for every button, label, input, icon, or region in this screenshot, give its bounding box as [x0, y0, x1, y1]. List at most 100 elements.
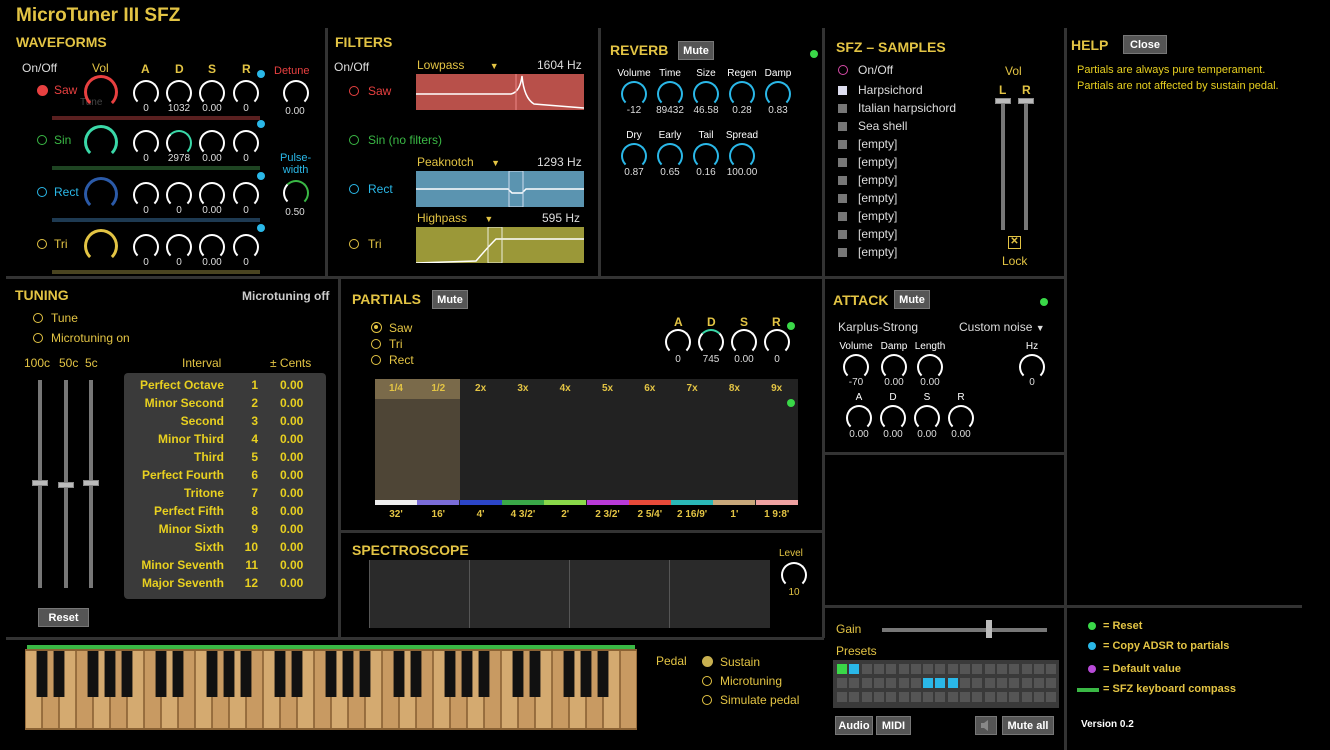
preset-slot[interactable]: [1033, 692, 1044, 702]
sample-name[interactable]: Sea shell: [858, 119, 907, 133]
peaknotch-select[interactable]: Peaknotch ▼: [417, 155, 500, 169]
microtuning-on-radio[interactable]: [33, 333, 43, 343]
preset-slot[interactable]: [996, 692, 1007, 702]
sample-checkbox[interactable]: [838, 212, 847, 221]
tune-radio[interactable]: [33, 313, 43, 323]
sfz-l-fader[interactable]: [1001, 98, 1005, 230]
piano-black-key[interactable]: [121, 651, 133, 697]
preset-slot[interactable]: [1009, 678, 1020, 688]
piano-black-key[interactable]: [240, 651, 252, 697]
reverb-volume-knob[interactable]: [621, 81, 647, 107]
midi-button[interactable]: MIDI: [876, 716, 911, 735]
tuning-100c-handle[interactable]: [32, 480, 48, 486]
reverb-damp-knob[interactable]: [765, 81, 791, 107]
sfz-l-handle[interactable]: [995, 98, 1011, 104]
preset-slot[interactable]: [910, 664, 921, 674]
sample-checkbox[interactable]: [838, 140, 847, 149]
wave-rect-vol-knob[interactable]: [84, 177, 118, 211]
preset-slot[interactable]: [886, 664, 897, 674]
filter-sin-radio[interactable]: [349, 135, 359, 145]
preset-slot[interactable]: [837, 678, 847, 688]
preset-slot[interactable]: [923, 678, 934, 688]
preset-slot[interactable]: [837, 692, 847, 702]
preset-slot[interactable]: [960, 678, 970, 688]
attack-adsr-d-knob[interactable]: [880, 405, 906, 431]
mute-all-button[interactable]: Mute all: [1002, 716, 1054, 735]
preset-slot[interactable]: [947, 678, 958, 688]
custom-noise-select[interactable]: Custom noise ▼: [959, 320, 1045, 334]
peaknotch-graph[interactable]: [416, 171, 584, 207]
preset-slot[interactable]: [898, 678, 909, 688]
tuning-5c-handle[interactable]: [83, 480, 99, 486]
preset-slot[interactable]: [972, 692, 983, 702]
interval-cents[interactable]: 0.00: [280, 522, 303, 536]
wave-saw-vol-knob[interactable]: [84, 75, 118, 109]
sample-name[interactable]: [empty]: [858, 245, 897, 259]
piano-black-key[interactable]: [512, 651, 524, 697]
partials-s-knob[interactable]: [731, 329, 757, 355]
partials-rect-radio[interactable]: [371, 355, 381, 365]
reverb-early-knob[interactable]: [657, 143, 683, 169]
piano-black-key[interactable]: [563, 651, 575, 697]
piano-black-key[interactable]: [461, 651, 473, 697]
preset-slot[interactable]: [960, 692, 970, 702]
sample-checkbox[interactable]: [838, 104, 847, 113]
piano-black-key[interactable]: [444, 651, 456, 697]
audio-button[interactable]: Audio: [835, 716, 873, 735]
saw-on-indicator[interactable]: [37, 85, 48, 96]
interval-cents[interactable]: 0.00: [280, 414, 303, 428]
interval-cents[interactable]: 0.00: [280, 540, 303, 554]
partials-tri-radio[interactable]: [371, 339, 381, 349]
sample-name[interactable]: Italian harpsichord: [858, 101, 956, 115]
preset-slot[interactable]: [861, 664, 872, 674]
preset-slot[interactable]: [849, 678, 860, 688]
lowpass-graph[interactable]: [416, 74, 584, 110]
tuning-50c-handle[interactable]: [58, 482, 74, 488]
wave-sin-vol-knob[interactable]: [84, 125, 118, 159]
wave-rect-radio[interactable]: [37, 187, 47, 197]
interval-cents[interactable]: 0.00: [280, 486, 303, 500]
highpass-graph[interactable]: [416, 227, 584, 263]
wave-tri-vol-knob[interactable]: [84, 229, 118, 263]
preset-slot[interactable]: [1021, 692, 1032, 702]
preset-slot[interactable]: [1046, 664, 1057, 674]
sample-name[interactable]: [empty]: [858, 209, 897, 223]
gain-handle[interactable]: [986, 620, 992, 638]
lowpass-select[interactable]: Lowpass ▼: [417, 58, 499, 72]
interval-cents[interactable]: 0.00: [280, 504, 303, 518]
preset-slot[interactable]: [1033, 678, 1044, 688]
piano-black-key[interactable]: [53, 651, 65, 697]
preset-slot[interactable]: [960, 664, 970, 674]
piano-black-key[interactable]: [206, 651, 218, 697]
preset-slot[interactable]: [910, 692, 921, 702]
sample-checkbox[interactable]: [838, 158, 847, 167]
sample-checkbox[interactable]: [838, 248, 847, 257]
preset-slot[interactable]: [886, 678, 897, 688]
attack-mute-button[interactable]: Mute: [894, 290, 930, 309]
reverb-mute-button[interactable]: Mute: [678, 41, 714, 60]
sample-checkbox[interactable]: [838, 122, 847, 131]
preset-slot[interactable]: [923, 692, 934, 702]
level-knob[interactable]: [781, 562, 807, 588]
partials-a-knob[interactable]: [665, 329, 691, 355]
partials-r-knob[interactable]: [764, 329, 790, 355]
sample-name[interactable]: [empty]: [858, 191, 897, 205]
preset-slot[interactable]: [1009, 664, 1020, 674]
filter-saw-radio[interactable]: [349, 86, 359, 96]
preset-slot[interactable]: [1046, 678, 1057, 688]
preset-slot[interactable]: [873, 664, 884, 674]
piano-black-key[interactable]: [104, 651, 116, 697]
partials-mute-button[interactable]: Mute: [432, 290, 468, 309]
preset-slot[interactable]: [1021, 664, 1032, 674]
filter-rect-radio[interactable]: [349, 184, 359, 194]
piano-black-key[interactable]: [87, 651, 99, 697]
sample-name[interactable]: [empty]: [858, 227, 897, 241]
sample-checkbox[interactable]: [838, 194, 847, 203]
wave-sin-radio[interactable]: [37, 135, 47, 145]
gain-slider[interactable]: [882, 628, 1047, 632]
piano-keyboard[interactable]: [25, 649, 637, 730]
sample-checkbox[interactable]: [838, 86, 847, 95]
preset-slot[interactable]: [849, 692, 860, 702]
sample-name[interactable]: [empty]: [858, 137, 897, 151]
piano-black-key[interactable]: [410, 651, 422, 697]
